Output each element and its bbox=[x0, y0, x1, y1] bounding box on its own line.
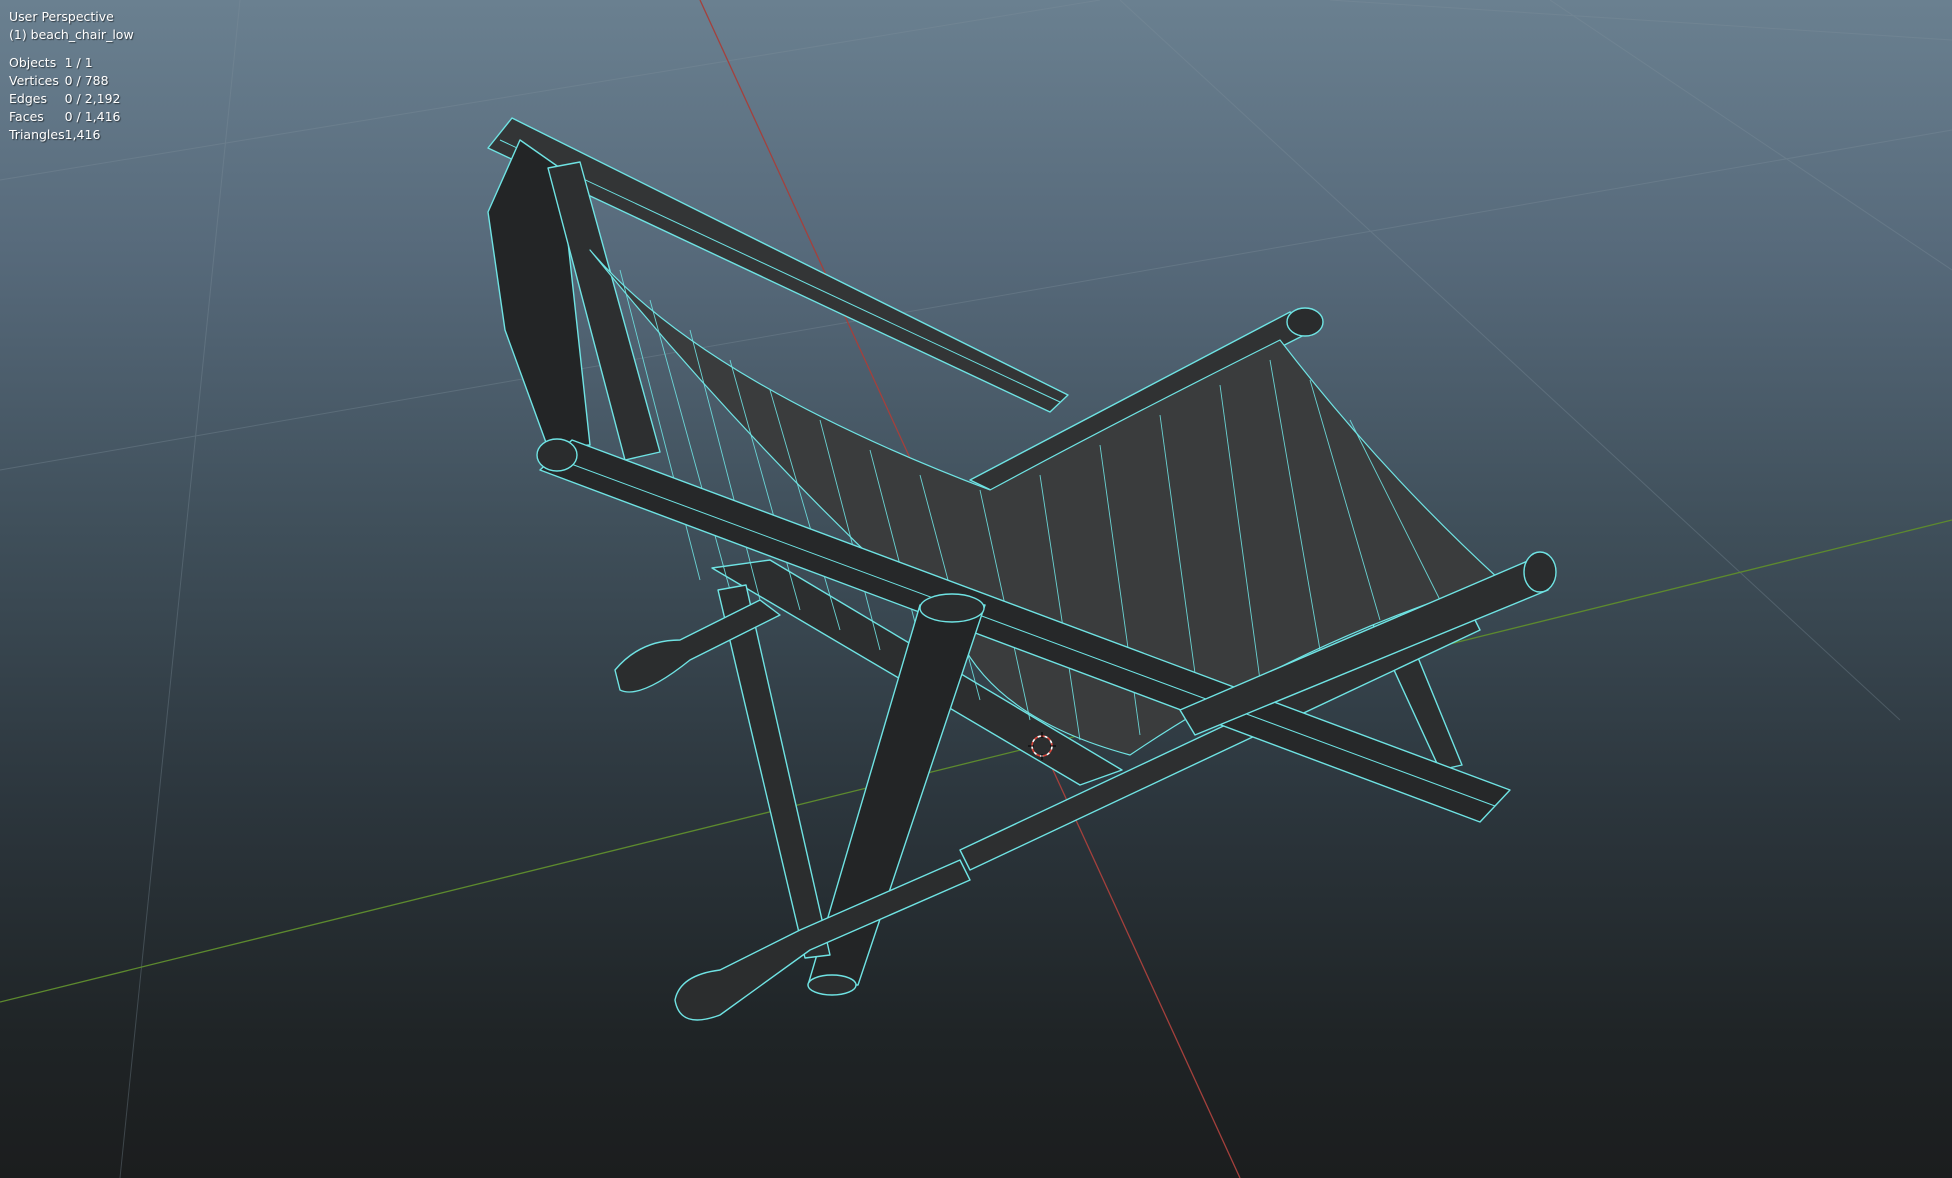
stat-row-faces: Faces 0 / 1,416 bbox=[9, 108, 121, 126]
stat-label: Objects bbox=[9, 55, 57, 70]
stat-row-edges: Edges 0 / 2,192 bbox=[9, 90, 121, 108]
stat-label: Vertices bbox=[9, 73, 59, 88]
active-object-name: (1) beach_chair_low bbox=[9, 27, 134, 42]
stat-label: Triangles bbox=[9, 127, 65, 142]
view-name: User Perspective bbox=[9, 9, 114, 24]
scene-statistics: Objects 1 / 1 Vertices 0 / 788 Edges 0 /… bbox=[9, 54, 121, 144]
stat-value: 0 / 2,192 bbox=[64, 91, 121, 106]
base-foot-right bbox=[674, 859, 971, 1021]
stat-value: 1 / 1 bbox=[64, 55, 93, 70]
stat-value: 0 / 788 bbox=[64, 73, 109, 88]
beach-chair-mesh[interactable] bbox=[487, 117, 1557, 1021]
stat-value: 1,416 bbox=[64, 127, 101, 142]
stat-label: Edges bbox=[9, 91, 47, 106]
stat-row-vertices: Vertices 0 / 788 bbox=[9, 72, 121, 90]
stat-label: Faces bbox=[9, 109, 44, 124]
stat-value: 0 / 1,416 bbox=[64, 109, 121, 124]
front-thin-leg bbox=[717, 584, 831, 959]
viewport-scene bbox=[0, 0, 1952, 1178]
stat-row-triangles: Triangles 1,416 bbox=[9, 126, 121, 144]
3d-viewport[interactable]: User Perspective (1) beach_chair_low Obj… bbox=[0, 0, 1952, 1178]
stat-row-objects: Objects 1 / 1 bbox=[9, 54, 121, 72]
viewport-info-overlay: User Perspective (1) beach_chair_low Obj… bbox=[9, 8, 134, 144]
